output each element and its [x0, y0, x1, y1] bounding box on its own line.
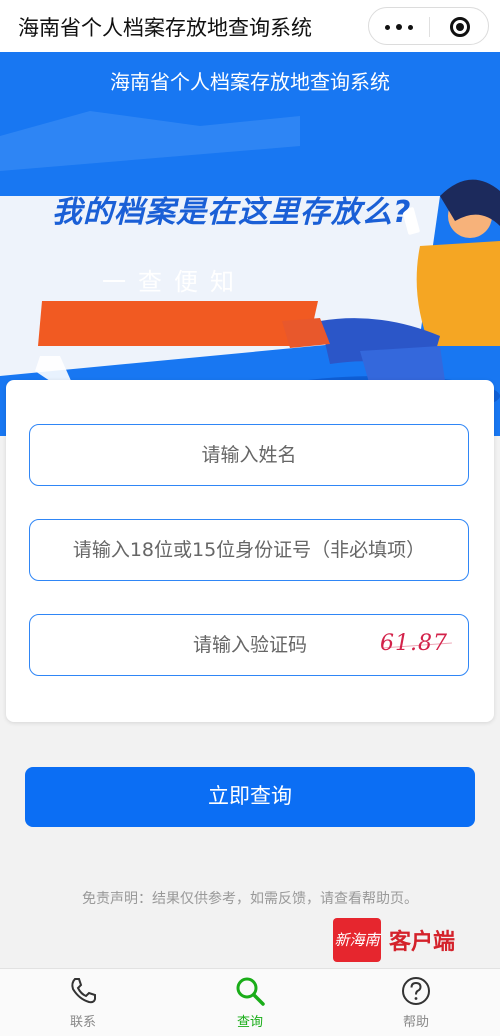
captcha-input[interactable] — [100, 615, 400, 675]
banner-title: 海南省个人档案存放地查询系统 — [110, 70, 390, 94]
name-input[interactable] — [30, 425, 468, 485]
hero-banner: 海南省个人档案存放地查询系统 我的档案是在这里存放么? 一查便知 — [0, 52, 500, 436]
disclaimer-text: 免责声明：结果仅供参考，如需反馈，请查看帮助页。 — [82, 891, 418, 907]
phone-icon — [71, 978, 96, 1004]
captcha-field-box: 61.87 — [29, 614, 469, 676]
capsule-divider — [429, 17, 430, 37]
watermark-logo: 新海南 — [333, 918, 381, 962]
help-icon — [402, 977, 430, 1005]
captcha-image[interactable]: 61.87 — [380, 631, 458, 661]
window-title: 海南省个人档案存放地查询系统 — [18, 16, 312, 40]
query-submit-button[interactable]: 立即查询 — [25, 767, 475, 827]
more-icon[interactable] — [385, 24, 415, 30]
banner-tagline: 一查便知 — [102, 268, 246, 296]
query-form-card: 61.87 — [6, 380, 494, 722]
id-field-box — [29, 519, 469, 581]
top-bar: 海南省个人档案存放地查询系统 — [0, 0, 500, 52]
tab-query[interactable]: 查询 — [210, 975, 290, 1033]
tab-contact-label: 联系 — [69, 1015, 96, 1030]
tab-help[interactable]: 帮助 — [376, 975, 456, 1033]
watermark: 新海南 客户端 — [333, 918, 473, 962]
tab-contact[interactable]: 联系 — [43, 975, 123, 1033]
mini-program-capsule — [368, 7, 489, 45]
name-field-box — [29, 424, 469, 486]
id-number-input[interactable] — [30, 520, 468, 580]
bottom-tab-bar: 联系 查询 帮助 — [0, 968, 500, 1036]
close-mini-program-icon[interactable] — [450, 17, 470, 37]
tab-query-label: 查询 — [236, 1015, 263, 1030]
tab-help-label: 帮助 — [402, 1015, 429, 1030]
search-icon — [236, 977, 265, 1006]
banner-headline: 我的档案是在这里存放么? — [52, 195, 412, 230]
watermark-text: 客户端 — [389, 929, 456, 955]
